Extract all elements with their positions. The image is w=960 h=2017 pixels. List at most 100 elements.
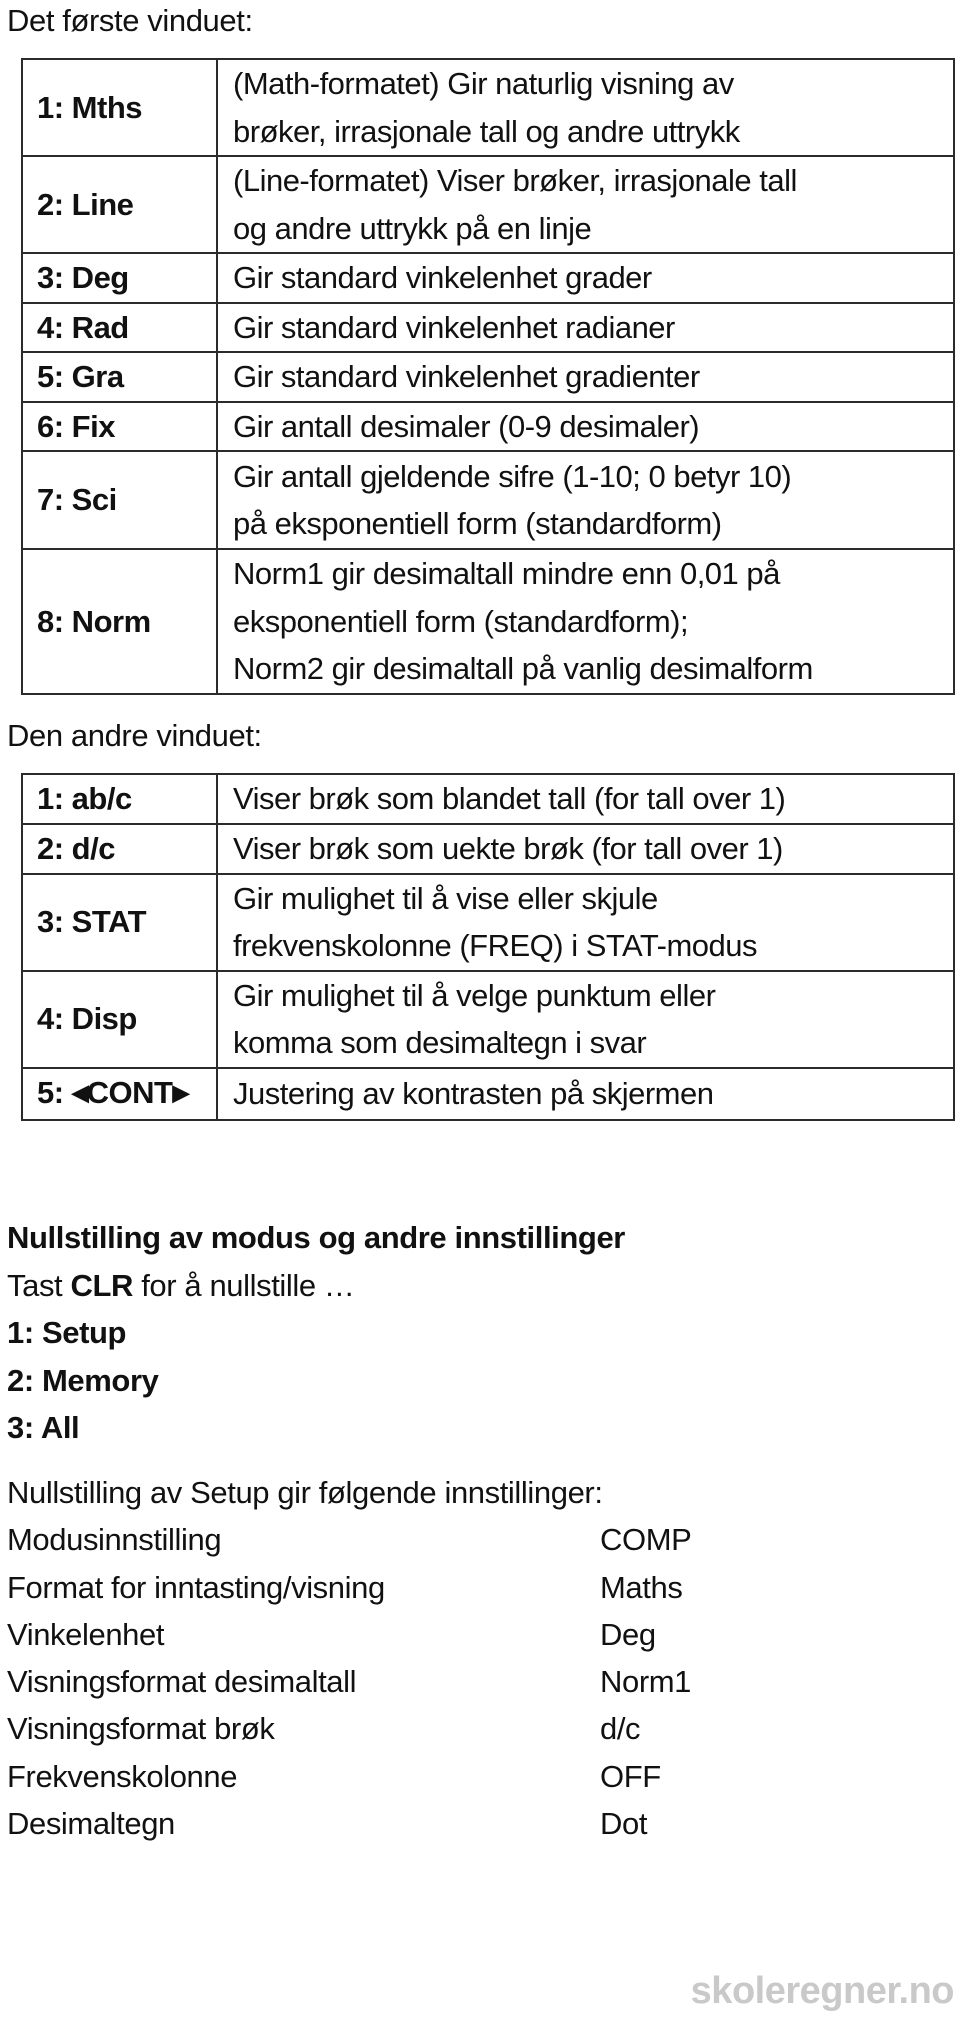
menu-key: 1: ab/c — [21, 773, 218, 825]
setting-name: Modusinnstilling — [7, 1522, 222, 1558]
table-row: 3: Deg Gir standard vinkelenhet grader — [21, 252, 955, 304]
setting-value: Deg — [600, 1616, 656, 1652]
key-prefix: 5: — [37, 1074, 72, 1110]
default-row: Visningsformat desimaltall Norm1 — [7, 1658, 691, 1705]
menu-description: Gir standard vinkelenhet radianer — [216, 301, 955, 353]
description-line: (Line-formatet) Viser brøker, irrasjonal… — [233, 163, 797, 198]
reset-heading: Nullstilling av modus og andre innstilli… — [7, 1220, 625, 1255]
setting-value: Norm1 — [600, 1664, 692, 1700]
setup-defaults-heading: Nullstilling av Setup gir følgende innst… — [7, 1475, 603, 1510]
table-row: 4: Rad Gir standard vinkelenhet radianer — [21, 301, 955, 353]
setting-name: Visningsformat brøk — [7, 1711, 275, 1747]
description-line: Viser brøk som uekte brøk (for tall over… — [233, 831, 783, 866]
setting-value: Maths — [600, 1569, 683, 1605]
default-row: Vinkelenhet Deg — [7, 1611, 656, 1658]
menu-key: 5: Gra — [21, 351, 218, 403]
menu-key: 2: Line — [21, 155, 218, 254]
menu-description: Gir standard vinkelenhet gradienter — [216, 351, 955, 403]
description-line: Gir mulighet til å velge punktum eller — [233, 977, 716, 1013]
description-line: Viser brøk som blandet tall (for tall ov… — [233, 781, 786, 817]
menu-description: Justering av kontrasten på skjermen — [216, 1066, 955, 1121]
menu-description: (Line-formatet) Viser brøker, irrasjonal… — [216, 155, 955, 254]
description-line: (Math-formatet) Gir naturlig visning av — [233, 66, 734, 101]
menu-key: 7: Sci — [21, 450, 218, 550]
menu-key: 3: STAT — [21, 872, 218, 972]
menu-description: Viser brøk som uekte brøk (for tall over… — [216, 823, 955, 875]
description-line: Norm2 gir desimaltall på vanlig desimalf… — [233, 651, 813, 686]
second-window-table: 1: ab/c Viser brøk som blandet tall (for… — [21, 773, 955, 1121]
menu-key: 4: Disp — [21, 969, 218, 1069]
description-line: Norm1 gir desimaltall mindre enn 0,01 på — [233, 556, 780, 591]
description-line: Gir standard vinkelenhet radianer — [233, 309, 675, 345]
watermark-logo: skoleregner.no — [690, 1970, 955, 2012]
setting-value: COMP — [600, 1522, 692, 1558]
description-line: Gir standard vinkelenhet grader — [233, 260, 652, 295]
menu-key: 5: ◀CONT▶ — [21, 1066, 218, 1121]
triangle-right-icon: ▶ — [172, 1079, 189, 1105]
default-row: Desimaltegn Dot — [7, 1800, 647, 1847]
table-row: 3: STAT Gir mulighet til å vise eller sk… — [21, 872, 955, 972]
description-line: Gir standard vinkelenhet gradienter — [233, 359, 700, 394]
table-row: 6: Fix Gir antall desimaler (0-9 desimal… — [21, 400, 955, 452]
first-window-table: 1: Mths (Math-formatet) Gir naturlig vis… — [21, 58, 955, 695]
default-row: Modusinnstilling COMP — [7, 1516, 692, 1563]
table-row: 5: ◀CONT▶ Justering av kontrasten på skj… — [21, 1066, 955, 1121]
description-line: Gir antall gjeldende sifre (1-10; 0 bety… — [233, 458, 792, 494]
menu-key: 2: d/c — [21, 823, 218, 875]
key-text: CONT — [86, 1074, 173, 1110]
description-line: eksponentiell form (standardform); — [233, 603, 689, 639]
description-line: og andre uttrykk på en linje — [233, 210, 592, 246]
description-line: Justering av kontrasten på skjermen — [233, 1076, 714, 1111]
menu-key: 1: Mths — [21, 58, 218, 157]
reset-option-memory: 2: Memory — [7, 1362, 159, 1398]
second-window-heading: Den andre vinduet: — [7, 718, 262, 753]
instruction-prefix: Tast — [7, 1267, 71, 1303]
menu-description: Gir antall gjeldende sifre (1-10; 0 bety… — [216, 450, 955, 550]
description-line: komma som desimaltegn i svar — [233, 1025, 647, 1060]
setup-defaults: Nullstilling av Setup gir følgende innst… — [7, 1469, 692, 1847]
description-line: på eksponentiell form (standardform) — [233, 506, 722, 541]
setting-name: Format for inntasting/visning — [7, 1569, 385, 1605]
description-line: Gir mulighet til å vise eller skjule — [233, 880, 658, 916]
table-row: 7: Sci Gir antall gjeldende sifre (1-10;… — [21, 450, 955, 550]
table-row: 8: Norm Norm1 gir desimaltall mindre enn… — [21, 548, 955, 695]
table-row: 1: Mths (Math-formatet) Gir naturlig vis… — [21, 58, 955, 157]
menu-description: Gir mulighet til å velge punktum eller k… — [216, 969, 955, 1069]
reset-option-setup: 1: Setup — [7, 1315, 127, 1350]
first-window-heading: Det første vinduet: — [7, 3, 253, 38]
menu-description: Gir antall desimaler (0-9 desimaler) — [216, 400, 955, 452]
menu-key: 3: Deg — [21, 252, 218, 304]
instruction-suffix: for å nullstille … — [132, 1267, 355, 1303]
description-line: Gir antall desimaler (0-9 desimaler) — [233, 408, 700, 444]
default-row: Format for inntasting/visning Maths — [7, 1564, 683, 1611]
menu-key: 4: Rad — [21, 301, 218, 353]
setting-name: Desimaltegn — [7, 1806, 175, 1842]
menu-description: Gir mulighet til å vise eller skjule fre… — [216, 872, 955, 972]
menu-description: Viser brøk som blandet tall (for tall ov… — [216, 773, 955, 825]
menu-description: (Math-formatet) Gir naturlig visning av … — [216, 58, 955, 157]
default-row: Visningsformat brøk d/c — [7, 1705, 641, 1752]
table-row: 2: d/c Viser brøk som uekte brøk (for ta… — [21, 823, 955, 875]
clr-key: CLR — [70, 1267, 133, 1303]
table-row: 2: Line (Line-formatet) Viser brøker, ir… — [21, 155, 955, 254]
reset-option-all: 3: All — [7, 1410, 80, 1445]
table-row: 4: Disp Gir mulighet til å velge punktum… — [21, 969, 955, 1069]
setting-name: Frekvenskolonne — [7, 1758, 238, 1794]
setting-name: Vinkelenhet — [7, 1616, 165, 1652]
setting-value: Dot — [600, 1806, 648, 1842]
description-line: brøker, irrasjonale tall og andre uttryk… — [233, 113, 740, 149]
reset-instruction: Tast CLR for å nullstille … — [7, 1262, 625, 1310]
triangle-left-icon: ◀ — [71, 1079, 89, 1105]
table-row: 5: Gra Gir standard vinkelenhet gradient… — [21, 351, 955, 403]
setting-value: OFF — [600, 1758, 661, 1794]
menu-description: Gir standard vinkelenhet grader — [216, 252, 955, 304]
setting-name: Visningsformat desimaltall — [7, 1664, 357, 1700]
table-row: 1: ab/c Viser brøk som blandet tall (for… — [21, 773, 955, 825]
menu-key: 8: Norm — [21, 548, 218, 695]
reset-section: Nullstilling av modus og andre innstilli… — [7, 1214, 625, 1452]
setting-value: d/c — [600, 1711, 641, 1747]
menu-description: Norm1 gir desimaltall mindre enn 0,01 på… — [216, 548, 955, 695]
description-line: frekvenskolonne (FREQ) i STAT-modus — [233, 928, 758, 963]
default-row: Frekvenskolonne OFF — [7, 1753, 661, 1800]
menu-key: 6: Fix — [21, 400, 218, 452]
